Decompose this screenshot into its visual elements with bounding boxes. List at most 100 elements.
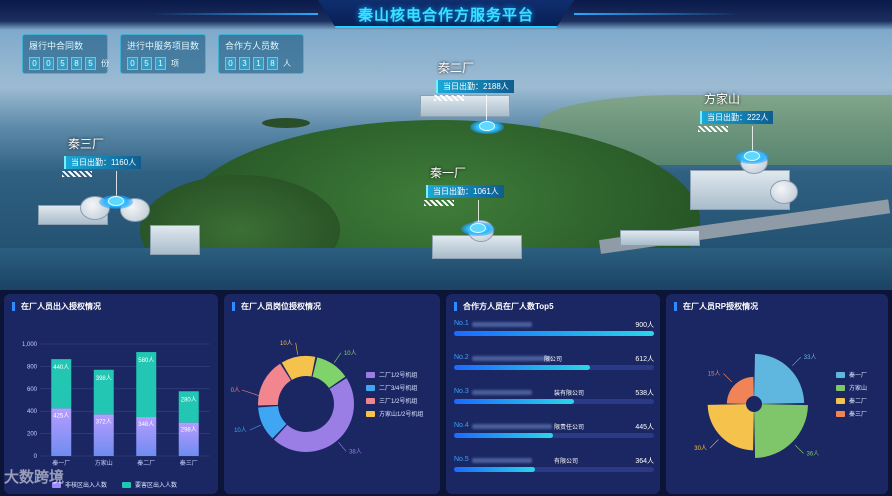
legend-item: 秦二厂: [836, 396, 867, 405]
company-count: 900人: [635, 322, 654, 329]
digit: 1: [155, 57, 166, 70]
bar-label: 280人: [181, 396, 197, 403]
digit: 5: [141, 57, 152, 70]
digit: 3: [239, 57, 250, 70]
stat-unit: 项: [171, 59, 179, 68]
slice-label: 10人: [344, 350, 357, 357]
legend-label: 要害区出入人数: [135, 483, 178, 489]
slice-label: 10人: [280, 340, 293, 347]
x-tick-label: 秦三厂: [180, 459, 198, 467]
leader-line: [709, 439, 719, 449]
plant-building: [620, 230, 700, 246]
rank-label: No.2: [454, 354, 469, 361]
legend-item: 要害区出入人数: [122, 480, 177, 489]
bar-label: 440人: [53, 364, 69, 371]
digit: 8: [71, 57, 82, 70]
stat-unit: 份: [101, 59, 109, 68]
marker-stripe: [434, 95, 464, 101]
company-count: 364人: [635, 458, 654, 465]
digit: 0: [43, 57, 54, 70]
bar-fill: [454, 467, 535, 472]
slice-label: 15人: [708, 370, 721, 377]
digit: 0: [127, 57, 138, 70]
stat-digits: 0 3 1 8 人: [225, 57, 291, 70]
leader-line: [792, 357, 801, 366]
marker-badge-qin2[interactable]: 当日出勤：2188人: [436, 80, 514, 93]
legend-label: 方家山: [849, 386, 868, 392]
stat-digits: 0 5 1 项: [127, 57, 179, 70]
rose-center: [747, 397, 761, 411]
redacted-name: [472, 458, 532, 463]
marker-name-qin1[interactable]: 秦一厂: [430, 164, 466, 181]
marker-name-qin3[interactable]: 秦三厂: [68, 135, 104, 152]
legend-label: 二厂3/4号机组: [379, 386, 418, 392]
redacted-name: [472, 424, 552, 429]
stat-contracts: 履行中合同数 0 0 5 8 5 份: [22, 34, 109, 74]
rank-label: No.4: [454, 422, 469, 429]
plant-building: [150, 225, 200, 255]
company-name: 限公司: [544, 357, 563, 363]
bar-track: [454, 433, 654, 438]
legend-label: 秦一厂: [849, 373, 868, 379]
marker-name-fangjiashan[interactable]: 方家山: [704, 90, 740, 107]
marker-name-qin2[interactable]: 秦二厂: [438, 59, 474, 76]
y-tick-label: 800: [27, 364, 38, 370]
legend-swatch: [836, 384, 845, 391]
donut-slice: [258, 363, 291, 406]
title-line-left: [150, 13, 318, 15]
company-count: 538人: [635, 390, 654, 397]
title-bar: 秦山核电合作方服务平台: [0, 0, 892, 30]
company-name: 有限公司: [554, 459, 579, 465]
marker-stripe: [698, 126, 728, 132]
digit: 1: [253, 57, 264, 70]
marker-line: [116, 171, 117, 197]
panel-title: 合作方人员在厂人数Top5: [454, 302, 554, 311]
marker-badge-qin3[interactable]: 当日出勤：1160人: [64, 156, 142, 169]
x-tick-label: 秦二厂: [137, 459, 155, 467]
legend-item: 二厂1/2号机组: [366, 370, 417, 379]
stat-label: 进行中服务项目数: [127, 41, 200, 51]
y-tick-label: 0: [34, 454, 38, 460]
y-tick-label: 200: [27, 432, 38, 438]
leader-line: [241, 389, 261, 397]
bar-label: 348人: [138, 421, 154, 428]
beacon-core-icon: [744, 151, 760, 161]
legend-swatch: [836, 371, 845, 378]
leader-line: [338, 441, 347, 452]
bar-fill: [454, 399, 574, 404]
company-name: 装有限公司: [554, 391, 585, 397]
digit: 5: [57, 57, 68, 70]
marker-line: [752, 126, 753, 152]
legend-label: 秦三厂: [849, 412, 868, 418]
legend-item: 秦三厂: [836, 409, 867, 418]
rank-label: No.3: [454, 388, 469, 395]
bar-label: 372人: [96, 418, 112, 425]
rank-label: No.1: [454, 320, 469, 327]
legend-item: 三厂1/2号机组: [366, 396, 417, 405]
post-donut-chart: 10人 10人 38人 10人 0人: [231, 340, 362, 455]
slice-label: 0人: [231, 387, 240, 394]
donut-slice: [273, 378, 354, 452]
legend-swatch: [836, 397, 845, 404]
marker-badge-qin1[interactable]: 当日出勤：1061人: [426, 185, 504, 198]
access-bar-chart: 02004006008001,000425人440人秦一厂372人398人方家山…: [22, 342, 210, 467]
stat-personnel: 合作方人员数 0 3 1 8 人: [218, 34, 304, 74]
slice-label: 10人: [234, 427, 247, 434]
legend-label: 二厂1/2号机组: [379, 373, 418, 379]
company-count: 445人: [635, 424, 654, 431]
legend-swatch: [122, 481, 131, 488]
reactor-dome: [770, 180, 798, 204]
legend-item: 方家山1/2号机组: [366, 409, 423, 418]
company-name: 限责任公司: [554, 425, 585, 431]
legend-label: 秦二厂: [849, 399, 868, 405]
marker-badge-fangjiashan[interactable]: 当日出勤：222人: [700, 111, 774, 124]
marker-line: [486, 95, 487, 123]
leader-line: [794, 444, 804, 454]
company-count: 612人: [635, 356, 654, 363]
bar-track: [454, 331, 654, 336]
leader-line: [333, 352, 342, 363]
stat-unit: 人: [283, 59, 291, 68]
stat-projects: 进行中服务项目数 0 5 1 项: [120, 34, 206, 74]
redacted-name: [472, 390, 532, 395]
legend-item: 方家山: [836, 383, 867, 392]
